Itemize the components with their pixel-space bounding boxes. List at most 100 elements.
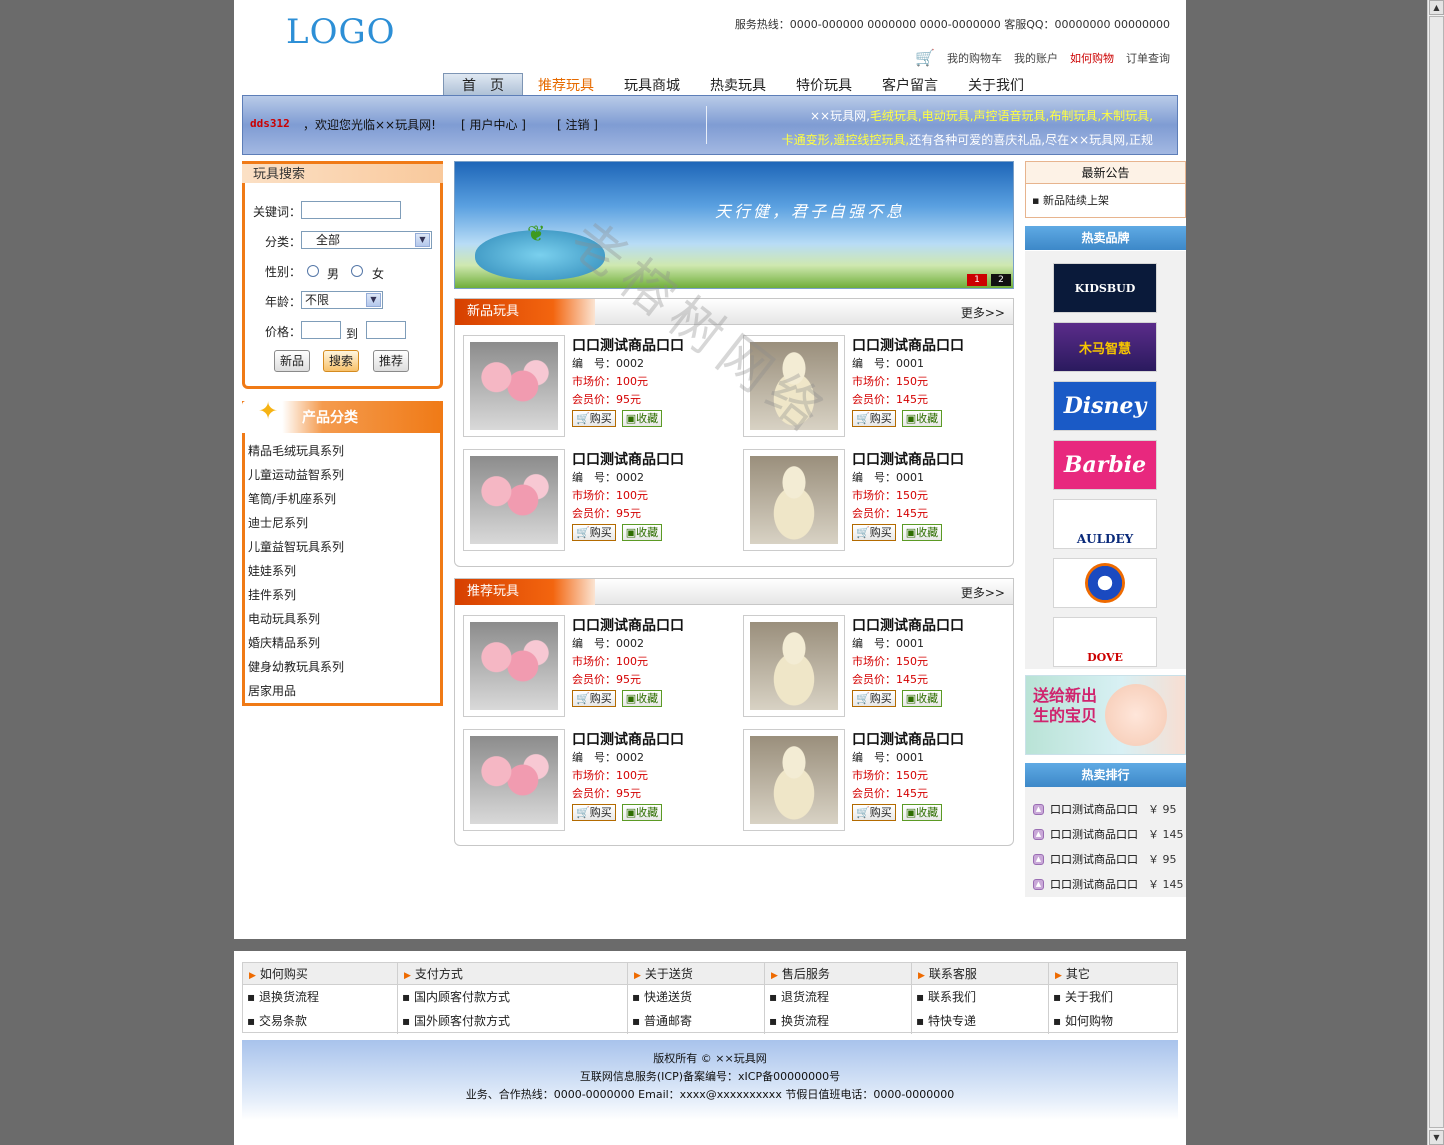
product-image[interactable] <box>463 335 565 437</box>
buy-button[interactable]: 🛒购买 <box>852 690 896 707</box>
nav-tab-mall[interactable]: 玩具商城 <box>609 75 695 97</box>
product-image[interactable] <box>743 449 845 551</box>
footer-link[interactable]: ▪ 关于我们 <box>1049 985 1177 1009</box>
footer-link[interactable]: ▪ 联系我们 <box>912 985 1048 1009</box>
keyword-input[interactable] <box>301 201 401 219</box>
nav-tab-about[interactable]: 关于我们 <box>953 75 1039 97</box>
brand-logo-barbie[interactable]: Barbie <box>1053 440 1157 490</box>
ranking-item[interactable]: ▲ 口口测试商品口口 ￥ 95 <box>1033 801 1177 817</box>
brand-logo-kidsbud[interactable]: KIDSBUD <box>1053 263 1157 313</box>
scroll-up-icon[interactable]: ▲ <box>1429 0 1444 15</box>
brand-logo-mumazhihui[interactable]: 木马智慧 <box>1053 322 1157 372</box>
scroll-down-icon[interactable]: ▼ <box>1429 1130 1444 1145</box>
brand-logo-auldey[interactable]: AULDEY <box>1053 499 1157 549</box>
category-item[interactable]: 居家用品 <box>248 679 440 703</box>
vertical-scrollbar[interactable]: ▲ ▼ <box>1427 0 1444 1145</box>
nav-tab-hot[interactable]: 热卖玩具 <box>695 75 781 97</box>
gender-radio-female[interactable] <box>351 265 363 277</box>
category-select[interactable]: 全部 ▼ <box>301 231 432 249</box>
newborn-promo-banner[interactable]: 送给新出生的宝贝 <box>1025 675 1186 755</box>
intro-highlight[interactable]: 毛绒玩具,电动玩具,声控语音玩具,布制玩具,木制玩具, <box>870 109 1153 123</box>
new-button[interactable]: 新品 <box>274 350 310 372</box>
category-item[interactable]: 精品毛绒玩具系列 <box>248 439 440 463</box>
user-center-link[interactable]: [ 用户中心 ] <box>461 116 526 133</box>
footer-link[interactable]: ▪ 退货流程 <box>765 985 911 1009</box>
product-name[interactable]: 口口测试商品口口 <box>852 729 964 749</box>
ranking-item[interactable]: ▲ 口口测试商品口口 ￥ 95 <box>1033 851 1177 867</box>
ranking-item[interactable]: ▲ 口口测试商品口口 ￥ 145 <box>1033 826 1184 842</box>
nav-tab-home[interactable]: 首 页 <box>443 73 523 97</box>
category-item[interactable]: 笔筒/手机座系列 <box>248 487 440 511</box>
category-item[interactable]: 娃娃系列 <box>248 559 440 583</box>
buy-button[interactable]: 🛒购买 <box>572 524 616 541</box>
notice-item[interactable]: ▪ 新品陆续上架 <box>1026 184 1185 208</box>
brand-logo-dove[interactable]: DOVE <box>1053 617 1157 667</box>
banner-page-1[interactable]: 1 <box>967 274 987 286</box>
scrollbar-thumb[interactable] <box>1429 16 1444 1128</box>
link-order-query[interactable]: 订单查询 <box>1126 50 1170 66</box>
footer-link[interactable]: ▪ 换货流程 <box>765 1009 911 1033</box>
more-link[interactable]: 更多>> <box>961 584 1005 601</box>
intro-highlight[interactable]: 卡通变形,遥控线控玩具, <box>782 133 910 147</box>
link-my-cart[interactable]: 我的购物车 <box>947 50 1002 66</box>
ranking-item[interactable]: ▲ 口口测试商品口口 ￥ 145 <box>1033 876 1184 892</box>
category-item[interactable]: 健身幼教玩具系列 <box>248 655 440 679</box>
favorite-button[interactable]: ▣收藏 <box>901 690 943 707</box>
product-name[interactable]: 口口测试商品口口 <box>852 615 964 635</box>
product-name[interactable]: 口口测试商品口口 <box>572 449 684 469</box>
product-name[interactable]: 口口测试商品口口 <box>852 449 964 469</box>
favorite-button[interactable]: ▣收藏 <box>621 690 663 707</box>
nav-tab-special[interactable]: 特价玩具 <box>781 75 867 97</box>
buy-button[interactable]: 🛒购买 <box>852 524 896 541</box>
category-item[interactable]: 迪士尼系列 <box>248 511 440 535</box>
recommend-button[interactable]: 推荐 <box>373 350 409 372</box>
favorite-button[interactable]: ▣收藏 <box>901 524 943 541</box>
buy-button[interactable]: 🛒购买 <box>852 410 896 427</box>
product-name[interactable]: 口口测试商品口口 <box>572 335 684 355</box>
nav-tab-recommended[interactable]: 推荐玩具 <box>523 75 609 97</box>
search-button[interactable]: 搜索 <box>323 350 359 372</box>
price-max-input[interactable] <box>366 321 406 339</box>
category-item[interactable]: 婚庆精品系列 <box>248 631 440 655</box>
footer-link[interactable]: ▪ 普通邮寄 <box>628 1009 764 1033</box>
product-name[interactable]: 口口测试商品口口 <box>852 335 964 355</box>
footer-link[interactable]: ▪ 国内顾客付款方式 <box>398 985 627 1009</box>
category-item[interactable]: 儿童运动益智系列 <box>248 463 440 487</box>
category-item[interactable]: 儿童益智玩具系列 <box>248 535 440 559</box>
product-image[interactable] <box>463 729 565 831</box>
brand-logo-disney[interactable]: Disney <box>1053 381 1157 431</box>
buy-button[interactable]: 🛒购买 <box>852 804 896 821</box>
product-image[interactable] <box>743 729 845 831</box>
nav-tab-messages[interactable]: 客户留言 <box>867 75 953 97</box>
logout-link[interactable]: [ 注销 ] <box>557 116 598 133</box>
brand-logo-mascot[interactable] <box>1053 558 1157 608</box>
product-name[interactable]: 口口测试商品口口 <box>572 615 684 635</box>
chevron-down-icon[interactable]: ▼ <box>415 233 430 247</box>
price-min-input[interactable] <box>301 321 341 339</box>
link-my-account[interactable]: 我的账户 <box>1014 50 1058 66</box>
footer-link[interactable]: ▪ 特快专递 <box>912 1009 1048 1033</box>
age-select[interactable]: 不限 ▼ <box>301 291 383 309</box>
buy-button[interactable]: 🛒购买 <box>572 804 616 821</box>
shopping-cart-icon[interactable]: 🛒 <box>915 48 935 67</box>
gender-radio-male[interactable] <box>307 265 319 277</box>
footer-link[interactable]: ▪ 如何购物 <box>1049 1009 1177 1033</box>
footer-link[interactable]: ▪ 退换货流程 <box>243 985 397 1009</box>
product-image[interactable] <box>743 335 845 437</box>
more-link[interactable]: 更多>> <box>961 304 1005 321</box>
favorite-button[interactable]: ▣收藏 <box>901 410 943 427</box>
product-name[interactable]: 口口测试商品口口 <box>572 729 684 749</box>
hero-banner[interactable]: ❦ 天行健，君子自强不息 1 2 <box>454 161 1014 289</box>
footer-link[interactable]: ▪ 交易条款 <box>243 1009 397 1033</box>
category-item[interactable]: 挂件系列 <box>248 583 440 607</box>
link-how-to-buy[interactable]: 如何购物 <box>1070 50 1114 66</box>
product-image[interactable] <box>463 449 565 551</box>
favorite-button[interactable]: ▣收藏 <box>621 524 663 541</box>
favorite-button[interactable]: ▣收藏 <box>901 804 943 821</box>
product-image[interactable] <box>463 615 565 717</box>
banner-page-2[interactable]: 2 <box>991 274 1011 286</box>
product-image[interactable] <box>743 615 845 717</box>
favorite-button[interactable]: ▣收藏 <box>621 410 663 427</box>
chevron-down-icon[interactable]: ▼ <box>366 293 381 307</box>
footer-link[interactable]: ▪ 国外顾客付款方式 <box>398 1009 627 1033</box>
